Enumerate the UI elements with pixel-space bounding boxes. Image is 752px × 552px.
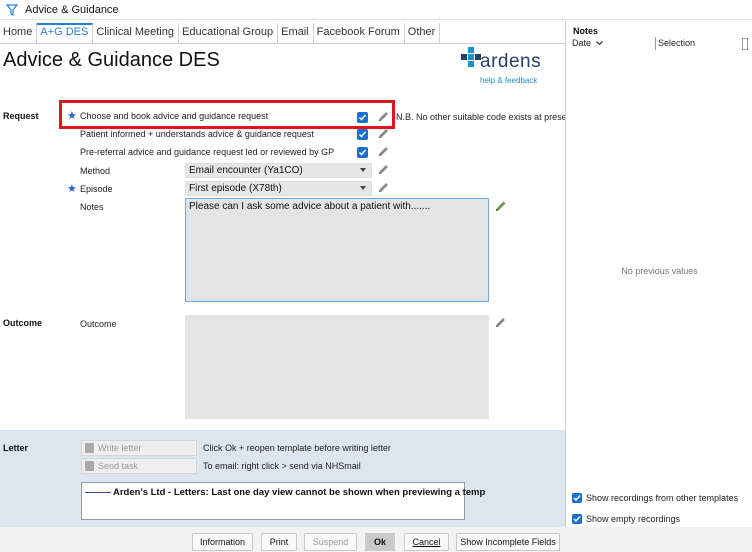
tab-clinical-meeting[interactable]: Clinical Meeting <box>93 23 179 43</box>
write-letter-button[interactable]: Write letter <box>81 440 197 456</box>
chevron-down-icon <box>595 41 603 46</box>
column-divider <box>655 37 656 50</box>
document-icon <box>85 461 94 471</box>
outcome-field-label: Outcome <box>80 319 117 329</box>
date-column-header[interactable]: Date <box>572 38 603 48</box>
ok-button[interactable]: Ok <box>365 533 395 551</box>
notes-label: Notes <box>80 202 104 212</box>
notes-panel-title: Notes <box>573 26 599 36</box>
write-letter-hint: Click Ok + reopen template before writin… <box>203 443 391 453</box>
app-funnel-icon <box>5 3 19 17</box>
logo-word: ardens <box>480 51 542 72</box>
method-edit-pencil-icon[interactable] <box>376 162 391 177</box>
pre-referral-checkbox[interactable] <box>357 147 368 158</box>
patient-informed-label: Patient informed + understands advice & … <box>80 129 314 139</box>
send-task-button[interactable]: Send task <box>81 458 197 474</box>
notes-edit-pencil-icon[interactable] <box>493 198 508 213</box>
checkmark-icon <box>358 131 367 138</box>
tab-educational-group[interactable]: Educational Group <box>179 23 279 43</box>
outcome-section-label: Outcome <box>3 318 43 328</box>
episode-select[interactable]: First episode (X78th) <box>185 181 372 196</box>
letter-section-label: Letter <box>3 443 29 453</box>
show-empty-recordings-toggle[interactable]: Show empty recordings <box>572 513 681 525</box>
print-button[interactable]: Print <box>261 533 297 551</box>
preview-divider <box>85 492 111 493</box>
episode-label: Episode <box>80 184 113 194</box>
checkmark-icon <box>573 494 581 501</box>
tab-facebook-forum[interactable]: Facebook Forum <box>314 23 405 43</box>
selection-column-header[interactable]: Selection <box>658 38 695 48</box>
tab-home[interactable]: Home <box>0 23 38 43</box>
pre-referral-edit-pencil-icon[interactable] <box>376 144 391 159</box>
window-title: Advice & Guidance <box>25 3 119 16</box>
letter-preview-text: Arden's Ltd - Letters: Last one day view… <box>113 487 486 498</box>
logo-help-link[interactable]: help & feedback <box>480 76 537 85</box>
notes-textarea[interactable]: Please can I ask some advice about a pat… <box>185 198 489 302</box>
show-other-templates-toggle[interactable]: Show recordings from other templates <box>572 492 739 504</box>
send-task-label: Send task <box>98 461 139 471</box>
tab-bar: Home A+G DES Clinical Meeting Educationa… <box>0 23 565 44</box>
tab-email[interactable]: Email <box>278 23 314 43</box>
method-select-value: Email encounter (Ya1CO) <box>189 165 303 176</box>
chevron-down-icon <box>360 168 366 172</box>
episode-edit-pencil-icon[interactable] <box>376 180 391 195</box>
request-section-label: Request <box>3 111 39 121</box>
checkmark-icon <box>573 515 581 522</box>
show-empty-recordings-checkbox[interactable] <box>572 513 582 524</box>
suspend-button[interactable]: Suspend <box>304 533 357 551</box>
show-other-templates-label: Show recordings from other templates <box>586 493 739 503</box>
show-other-templates-checkbox[interactable] <box>572 492 582 503</box>
outcome-textarea[interactable] <box>185 315 489 419</box>
document-icon <box>85 443 94 453</box>
chevron-down-icon <box>360 186 366 190</box>
episode-select-value: First episode (X78th) <box>189 183 282 194</box>
tab-other[interactable]: Other <box>405 23 441 43</box>
logo-cross-icon <box>461 47 481 67</box>
no-previous-values: No previous values <box>621 266 698 276</box>
method-label: Method <box>80 166 111 176</box>
page-title: Advice & Guidance DES <box>3 49 220 71</box>
patient-informed-edit-pencil-icon[interactable] <box>376 126 391 141</box>
date-column-label: Date <box>572 38 592 48</box>
tab-ag-des[interactable]: A+G DES <box>37 23 94 43</box>
highlight-annotation-box <box>59 100 395 129</box>
outcome-edit-pencil-icon[interactable] <box>493 315 508 330</box>
method-select[interactable]: Email encounter (Ya1CO) <box>185 163 372 178</box>
cancel-button[interactable]: Cancel <box>404 533 449 551</box>
letter-preview[interactable]: Arden's Ltd - Letters: Last one day view… <box>81 482 485 520</box>
nb-note: N.B. No other suitable code exists at pr… <box>396 112 575 122</box>
pre-referral-label: Pre-referral advice and guidance request… <box>80 147 335 157</box>
show-incomplete-fields-button[interactable]: Show Incomplete Fields <box>456 533 560 551</box>
write-letter-label: Write letter <box>98 443 142 453</box>
ardens-logo[interactable]: ardens help & feedback <box>460 45 560 87</box>
panel-scrollbar[interactable] <box>742 38 748 50</box>
title-bar: Advice & Guidance <box>0 0 752 20</box>
required-star-icon: ★ <box>67 183 77 195</box>
send-task-hint: To email: right click > send via NHSmail <box>203 461 361 471</box>
show-empty-recordings-label: Show empty recordings <box>586 514 681 524</box>
notes-panel: Notes Date Selection No previous values … <box>565 21 752 527</box>
patient-informed-checkbox[interactable] <box>357 129 368 140</box>
information-button[interactable]: Information <box>192 533 253 551</box>
checkmark-icon <box>358 149 367 156</box>
